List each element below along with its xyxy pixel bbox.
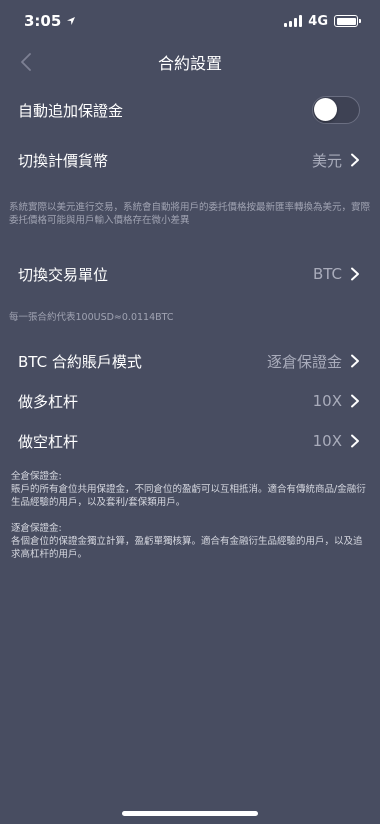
toggle-knob [314,98,337,121]
quote-currency-right: 美元 [312,150,360,171]
cross-margin-text: 賬戶的所有倉位共用保證金，不同倉位的盈虧可以互相抵消。適合有傳統商品/金融衍生品… [11,484,366,508]
isolated-margin-title: 逐倉保證金: [11,523,62,534]
quote-currency-label: 切換計價貨幣 [18,151,109,170]
cross-margin-title: 全倉保證金: [11,471,62,482]
chevron-right-icon [351,394,359,408]
account-mode-value: 逐倉保證金 [266,352,342,371]
network-type: 4G [308,13,328,29]
auto-margin-row: 自動追加保證金 [0,90,380,130]
chevron-left-icon [21,53,31,71]
auto-margin-toggle[interactable] [312,96,360,124]
short-leverage-row[interactable]: 做空杠杆 10X [0,421,380,461]
chevron-right-icon [351,267,359,281]
trade-unit-right: BTC [313,265,360,283]
status-indicators: 4G [284,13,361,29]
long-leverage-value: 10X [312,392,342,410]
long-leverage-row[interactable]: 做多杠杆 10X [0,381,380,421]
home-indicator [122,811,258,816]
short-leverage-right: 10X [313,432,360,450]
long-leverage-label: 做多杠杆 [18,392,79,411]
account-mode-row[interactable]: BTC 合約賬戶模式 逐倉保證金 [0,341,380,381]
margin-mode-explanations: 全倉保證金: 賬戶的所有倉位共用保證金，不同倉位的盈虧可以互相抵消。適合有傳統商… [11,470,371,561]
status-time: 3:05 [24,12,62,30]
trade-unit-note: 每一張合約代表100USD≈0.0114BTC [9,312,174,323]
cellular-signal-icon [284,15,303,27]
location-arrow-icon [67,17,76,25]
page-title: 合約設置 [157,54,222,73]
chevron-right-icon [351,354,359,368]
chevron-right-icon [351,434,359,448]
trade-unit-value: BTC [312,265,342,283]
isolated-margin-text: 各個倉位的保證金獨立計算，盈虧單獨核算。適合有金融衍生品經驗的用戶，以及追求高杠… [11,536,363,560]
quote-currency-value: 美元 [311,151,342,170]
long-leverage-right: 10X [313,392,360,410]
account-mode-right: 逐倉保證金 [267,351,360,372]
auto-margin-label: 自動追加保證金 [18,101,124,120]
quote-currency-note: 系統實際以美元進行交易，系統會自動將用戶的委托價格按最新匯率轉換為美元，實際委托… [9,202,371,226]
trade-unit-label: 切換交易單位 [18,265,109,284]
status-bar: 3:05 4G [0,0,380,42]
status-time-group: 3:05 [24,12,76,30]
trade-unit-row[interactable]: 切換交易單位 BTC [0,254,380,294]
short-leverage-value: 10X [312,432,342,450]
nav-bar: 合約設置 [0,42,380,82]
battery-icon [334,15,361,27]
quote-currency-row[interactable]: 切換計價貨幣 美元 [0,140,380,180]
short-leverage-label: 做空杠杆 [18,432,79,451]
back-button[interactable] [14,50,38,74]
account-mode-label: BTC 合約賬戶模式 [18,352,142,371]
chevron-right-icon [351,153,359,167]
